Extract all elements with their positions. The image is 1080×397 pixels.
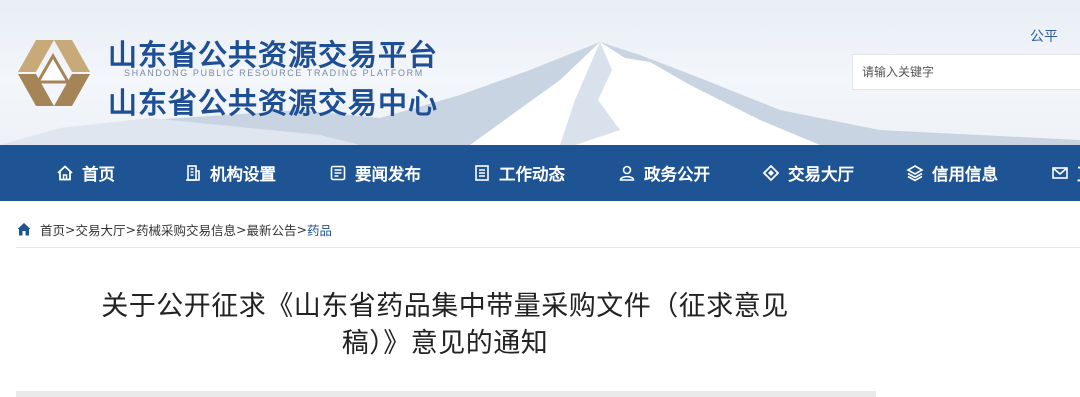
search-input[interactable] [853,55,1080,89]
platform-title-english: SHANDONG PUBLIC RESOURCE TRADING PLATFOR… [124,68,424,78]
breadcrumb-medical-procurement[interactable]: 药械采购交易信息 [136,220,236,239]
divider [16,391,876,397]
breadcrumb-separator: > [236,221,247,237]
breadcrumb-separator: > [296,221,307,237]
layers-icon [906,165,924,182]
nav-item-government-affairs[interactable]: 政务公开 [618,145,710,201]
news-icon [330,165,346,181]
breadcrumb-drugs[interactable]: 药品 [307,220,332,239]
nav-item-label: 信用信息 [932,165,998,184]
nav-item-trading-hall[interactable]: 交易大厅 [762,145,854,201]
breadcrumb-latest-notices[interactable]: 最新公告 [247,220,297,239]
platform-logo [18,40,90,106]
search-box [852,54,1080,90]
article-title-line: 关于公开征求《山东省药品集中带量采购文件（征求意见 [101,291,789,322]
article-title: 关于公开征求《山东省药品集中带量采购文件（征求意见 稿）》意见的通知 [40,288,850,362]
nav-item-label: 政务公开 [644,165,710,184]
main-nav: 首页 机构设置 要闻发布 工作动态 政务公开 交易大厅 信用信息 互 [0,145,1080,201]
person-icon [619,165,635,181]
nav-item-label: 首页 [82,165,115,184]
nav-item-label: 工作动态 [499,165,565,184]
breadcrumb-home[interactable]: 首页 [40,220,65,239]
nav-item-news[interactable]: 要闻发布 [329,145,421,201]
document-icon [475,165,489,181]
site-header: 山东省公共资源交易平台 SHANDONG PUBLIC RESOURCE TRA… [0,0,1080,145]
breadcrumb-trading-hall[interactable]: 交易大厅 [76,220,126,239]
nav-item-label: 要闻发布 [355,165,421,184]
article-title-line: 稿）》意见的通知 [341,328,549,359]
nav-item-label: 交易大厅 [788,165,854,184]
nav-item-credit-info[interactable]: 信用信息 [906,145,998,201]
nav-item-interaction[interactable]: 互 [1051,145,1080,201]
diamond-icon [762,164,780,182]
home-icon [17,223,31,236]
breadcrumb-separator: > [65,221,76,237]
nav-item-label: 机构设置 [210,165,276,184]
breadcrumb: 首页 > 交易大厅 > 药械采购交易信息 > 最新公告 > 药品 [16,218,332,240]
home-icon [57,165,73,181]
nav-item-work-updates[interactable]: 工作动态 [473,145,565,201]
divider [16,247,1080,248]
mail-icon [1052,167,1068,179]
building-icon [186,165,200,181]
center-title: 山东省公共资源交易中心 [108,86,439,120]
nav-item-organization[interactable]: 机构设置 [184,145,276,201]
top-link[interactable]: 公平 [1030,26,1058,46]
breadcrumb-separator: > [125,221,136,237]
nav-item-home[interactable]: 首页 [56,145,115,201]
